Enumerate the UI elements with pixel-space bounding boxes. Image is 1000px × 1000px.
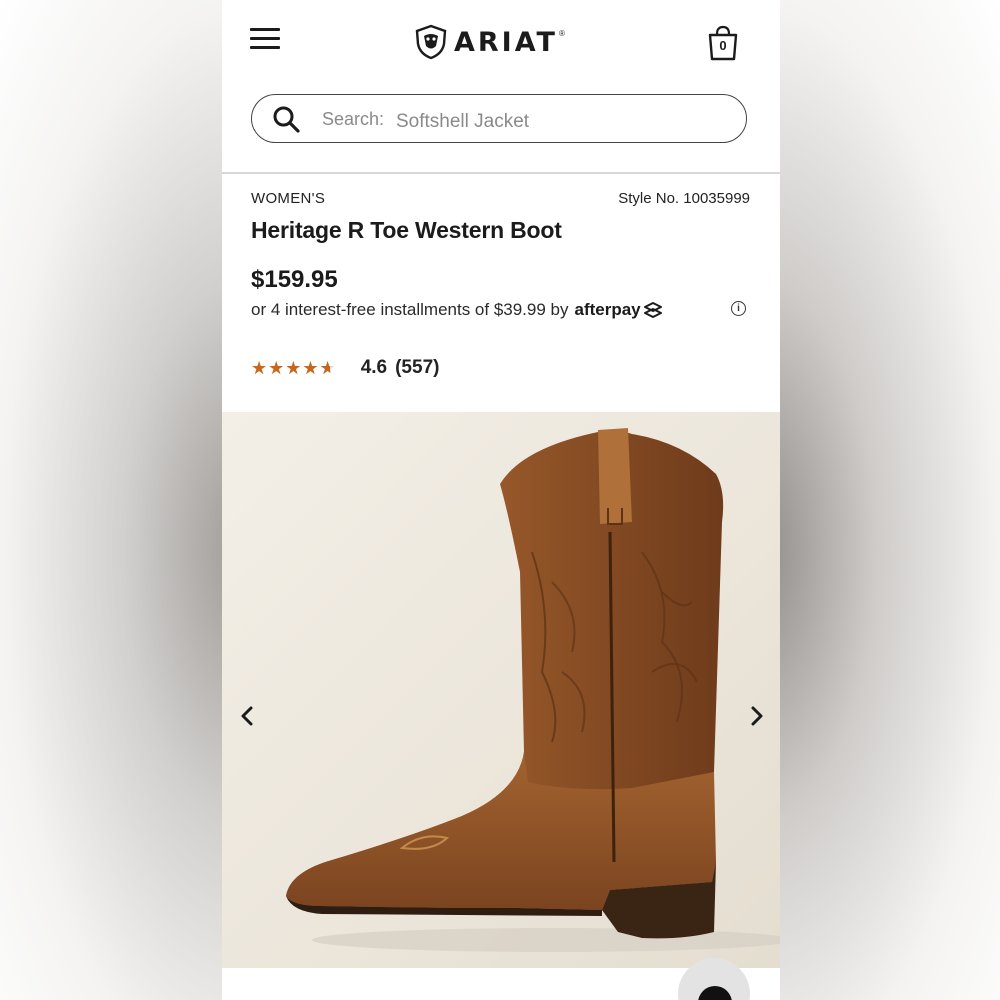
- chevron-left-icon[interactable]: [236, 704, 260, 728]
- search-value: Softshell Jacket: [396, 111, 530, 132]
- ariat-shield-logo-icon: [415, 24, 447, 60]
- brand-logo[interactable]: ARIAT ®: [414, 22, 565, 62]
- chevron-right-icon[interactable]: [744, 704, 768, 728]
- search-input[interactable]: Search: Softshell Jacket: [251, 94, 747, 143]
- rating-value: 4.6: [360, 357, 388, 378]
- star-rating: ★★★★★ ★★★★★: [251, 357, 337, 378]
- backdrop-left: [0, 0, 222, 1000]
- afterpay-label[interactable]: afterpay: [575, 300, 641, 320]
- star-rating-fill: ★★★★★: [251, 357, 330, 378]
- hamburger-menu-icon[interactable]: [250, 28, 282, 52]
- installments-line: or 4 interest-free installments of $39.9…: [251, 300, 664, 320]
- product-image-gallery[interactable]: [222, 412, 780, 968]
- product-rating[interactable]: ★★★★★ ★★★★★ 4.6 (557): [251, 357, 439, 379]
- shopping-bag-icon[interactable]: 0: [706, 24, 740, 62]
- review-count[interactable]: (557): [395, 357, 439, 379]
- product-price: $159.95: [251, 266, 338, 293]
- site-header: ARIAT ® 0 Search: Softshell Jacket: [222, 0, 780, 174]
- search-icon: [273, 106, 300, 133]
- product-category[interactable]: WOMEN'S: [251, 190, 325, 207]
- chat-icon: [698, 986, 732, 1000]
- brand-name: ARIAT: [454, 26, 558, 58]
- search-label: Search:: [322, 109, 385, 129]
- afterpay-logo-icon: [643, 302, 662, 318]
- trademark-mark: ®: [558, 28, 565, 38]
- backdrop-right: [780, 0, 1000, 1000]
- installments-text: or 4 interest-free installments of $39.9…: [251, 300, 569, 319]
- mobile-page: ARIAT ® 0 Search: Softshell Jacket WOMEN…: [222, 0, 780, 1000]
- style-number: Style No. 10035999: [618, 190, 750, 207]
- info-icon[interactable]: i: [731, 301, 746, 316]
- product-title: Heritage R Toe Western Boot: [251, 217, 562, 243]
- cart-count-badge: 0: [719, 38, 727, 53]
- brown-western-boot-image: [286, 428, 780, 952]
